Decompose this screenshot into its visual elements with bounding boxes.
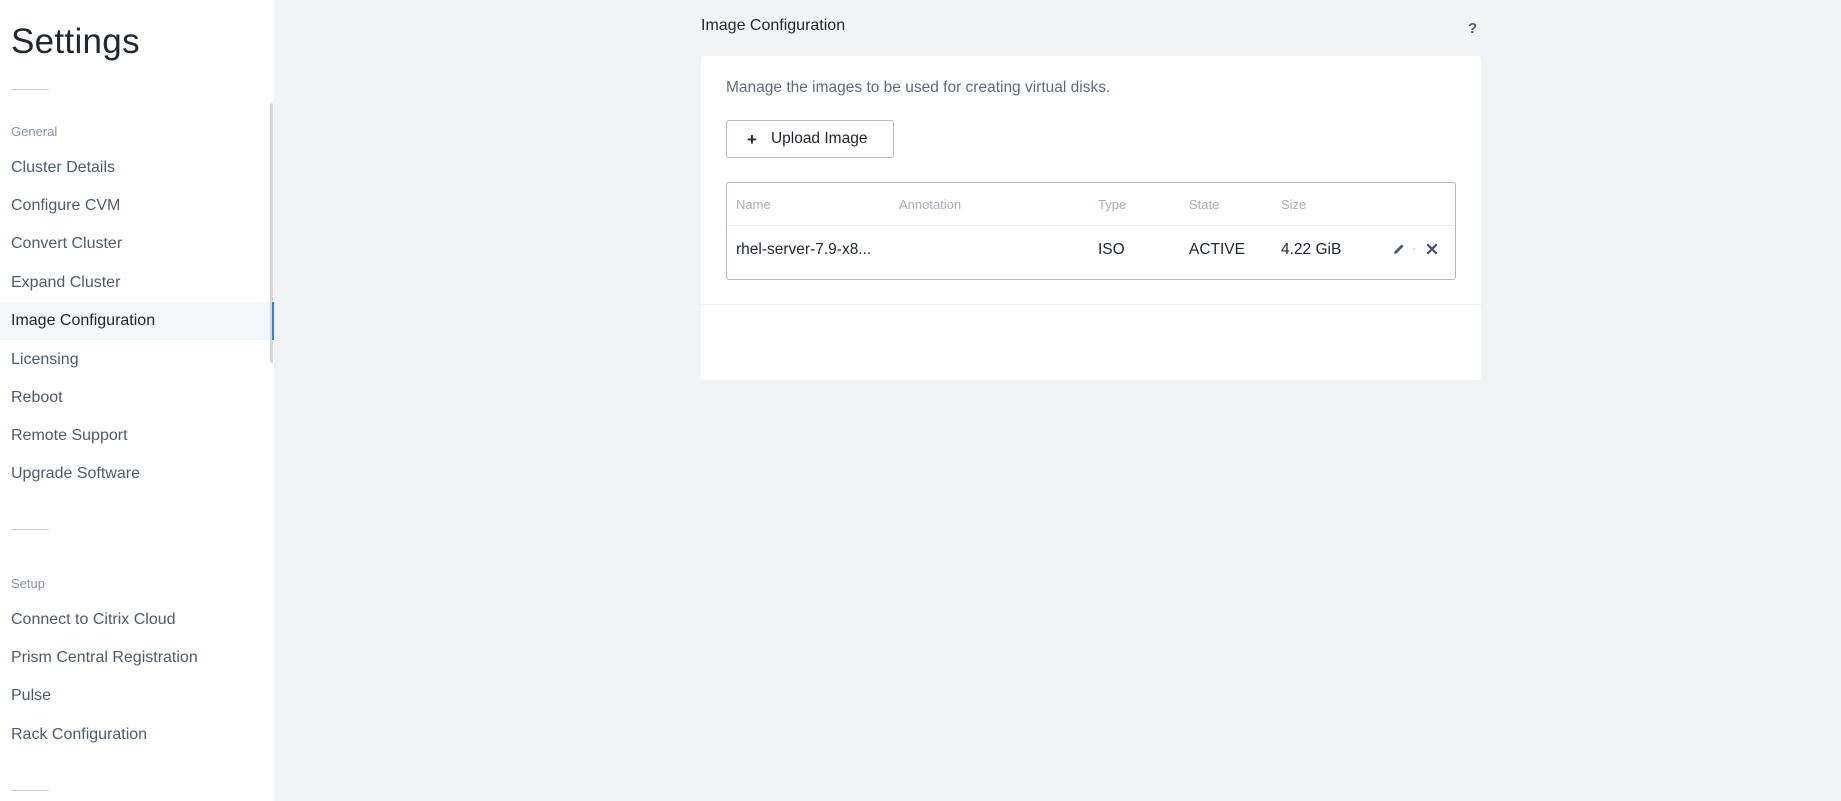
cell-size: 4.22 GiB [1281, 241, 1342, 258]
column-header-size[interactable]: Size [1281, 197, 1306, 212]
cell-state: ACTIVE [1189, 241, 1245, 258]
action-separator: · [1412, 241, 1416, 255]
column-header-state[interactable]: State [1189, 197, 1219, 212]
sidebar-title: Settings [11, 22, 140, 61]
sidebar-item-configure-cvm[interactable]: Configure CVM [0, 187, 270, 225]
card-description: Manage the images to be used for creatin… [726, 79, 1111, 96]
sidebar-item-rack-configuration[interactable]: Rack Configuration [0, 716, 270, 754]
pencil-icon[interactable] [1392, 242, 1406, 261]
column-header-type[interactable]: Type [1098, 197, 1126, 212]
sidebar-item-licensing[interactable]: Licensing [0, 341, 270, 379]
active-item-indicator [272, 302, 274, 340]
sidebar-item-cluster-details[interactable]: Cluster Details [0, 149, 270, 187]
section-label-general: General [11, 124, 58, 139]
cell-type: ISO [1098, 241, 1125, 258]
help-icon[interactable]: ? [1468, 20, 1477, 37]
sidebar-item-connect-to-citrix-cloud[interactable]: Connect to Citrix Cloud [0, 601, 270, 639]
card-divider [701, 304, 1481, 305]
images-table: Name Annotation Type State Size rhel-ser… [726, 182, 1456, 280]
plus-icon: + [747, 129, 757, 149]
sidebar-item-pulse[interactable]: Pulse [0, 677, 270, 715]
close-icon[interactable] [1425, 242, 1439, 261]
sidebar-divider [11, 89, 49, 90]
upload-image-label: Upload Image [770, 130, 868, 147]
table-header-divider [727, 225, 1455, 226]
section-label-setup: Setup [11, 576, 45, 591]
settings-sidebar: Settings General Cluster Details Configu… [0, 0, 274, 801]
image-configuration-card: Manage the images to be used for creatin… [701, 56, 1481, 380]
column-header-annotation[interactable]: Annotation [899, 197, 961, 212]
sidebar-item-reboot[interactable]: Reboot [0, 379, 270, 417]
sidebar-item-image-configuration[interactable]: Image Configuration [0, 302, 270, 340]
sidebar-item-prism-central-registration[interactable]: Prism Central Registration [0, 639, 270, 677]
sidebar-item-convert-cluster[interactable]: Convert Cluster [0, 225, 270, 263]
sidebar-item-remote-support[interactable]: Remote Support [0, 417, 270, 455]
sidebar-item-expand-cluster[interactable]: Expand Cluster [0, 264, 270, 302]
column-header-name[interactable]: Name [736, 197, 771, 212]
sidebar-divider [11, 529, 49, 530]
sidebar-divider [11, 790, 49, 791]
upload-image-button[interactable]: + Upload Image [726, 120, 894, 158]
cell-name: rhel-server-7.9-x8... [736, 241, 872, 258]
page-title: Image Configuration [701, 17, 846, 34]
sidebar-item-upgrade-software[interactable]: Upgrade Software [0, 455, 270, 493]
